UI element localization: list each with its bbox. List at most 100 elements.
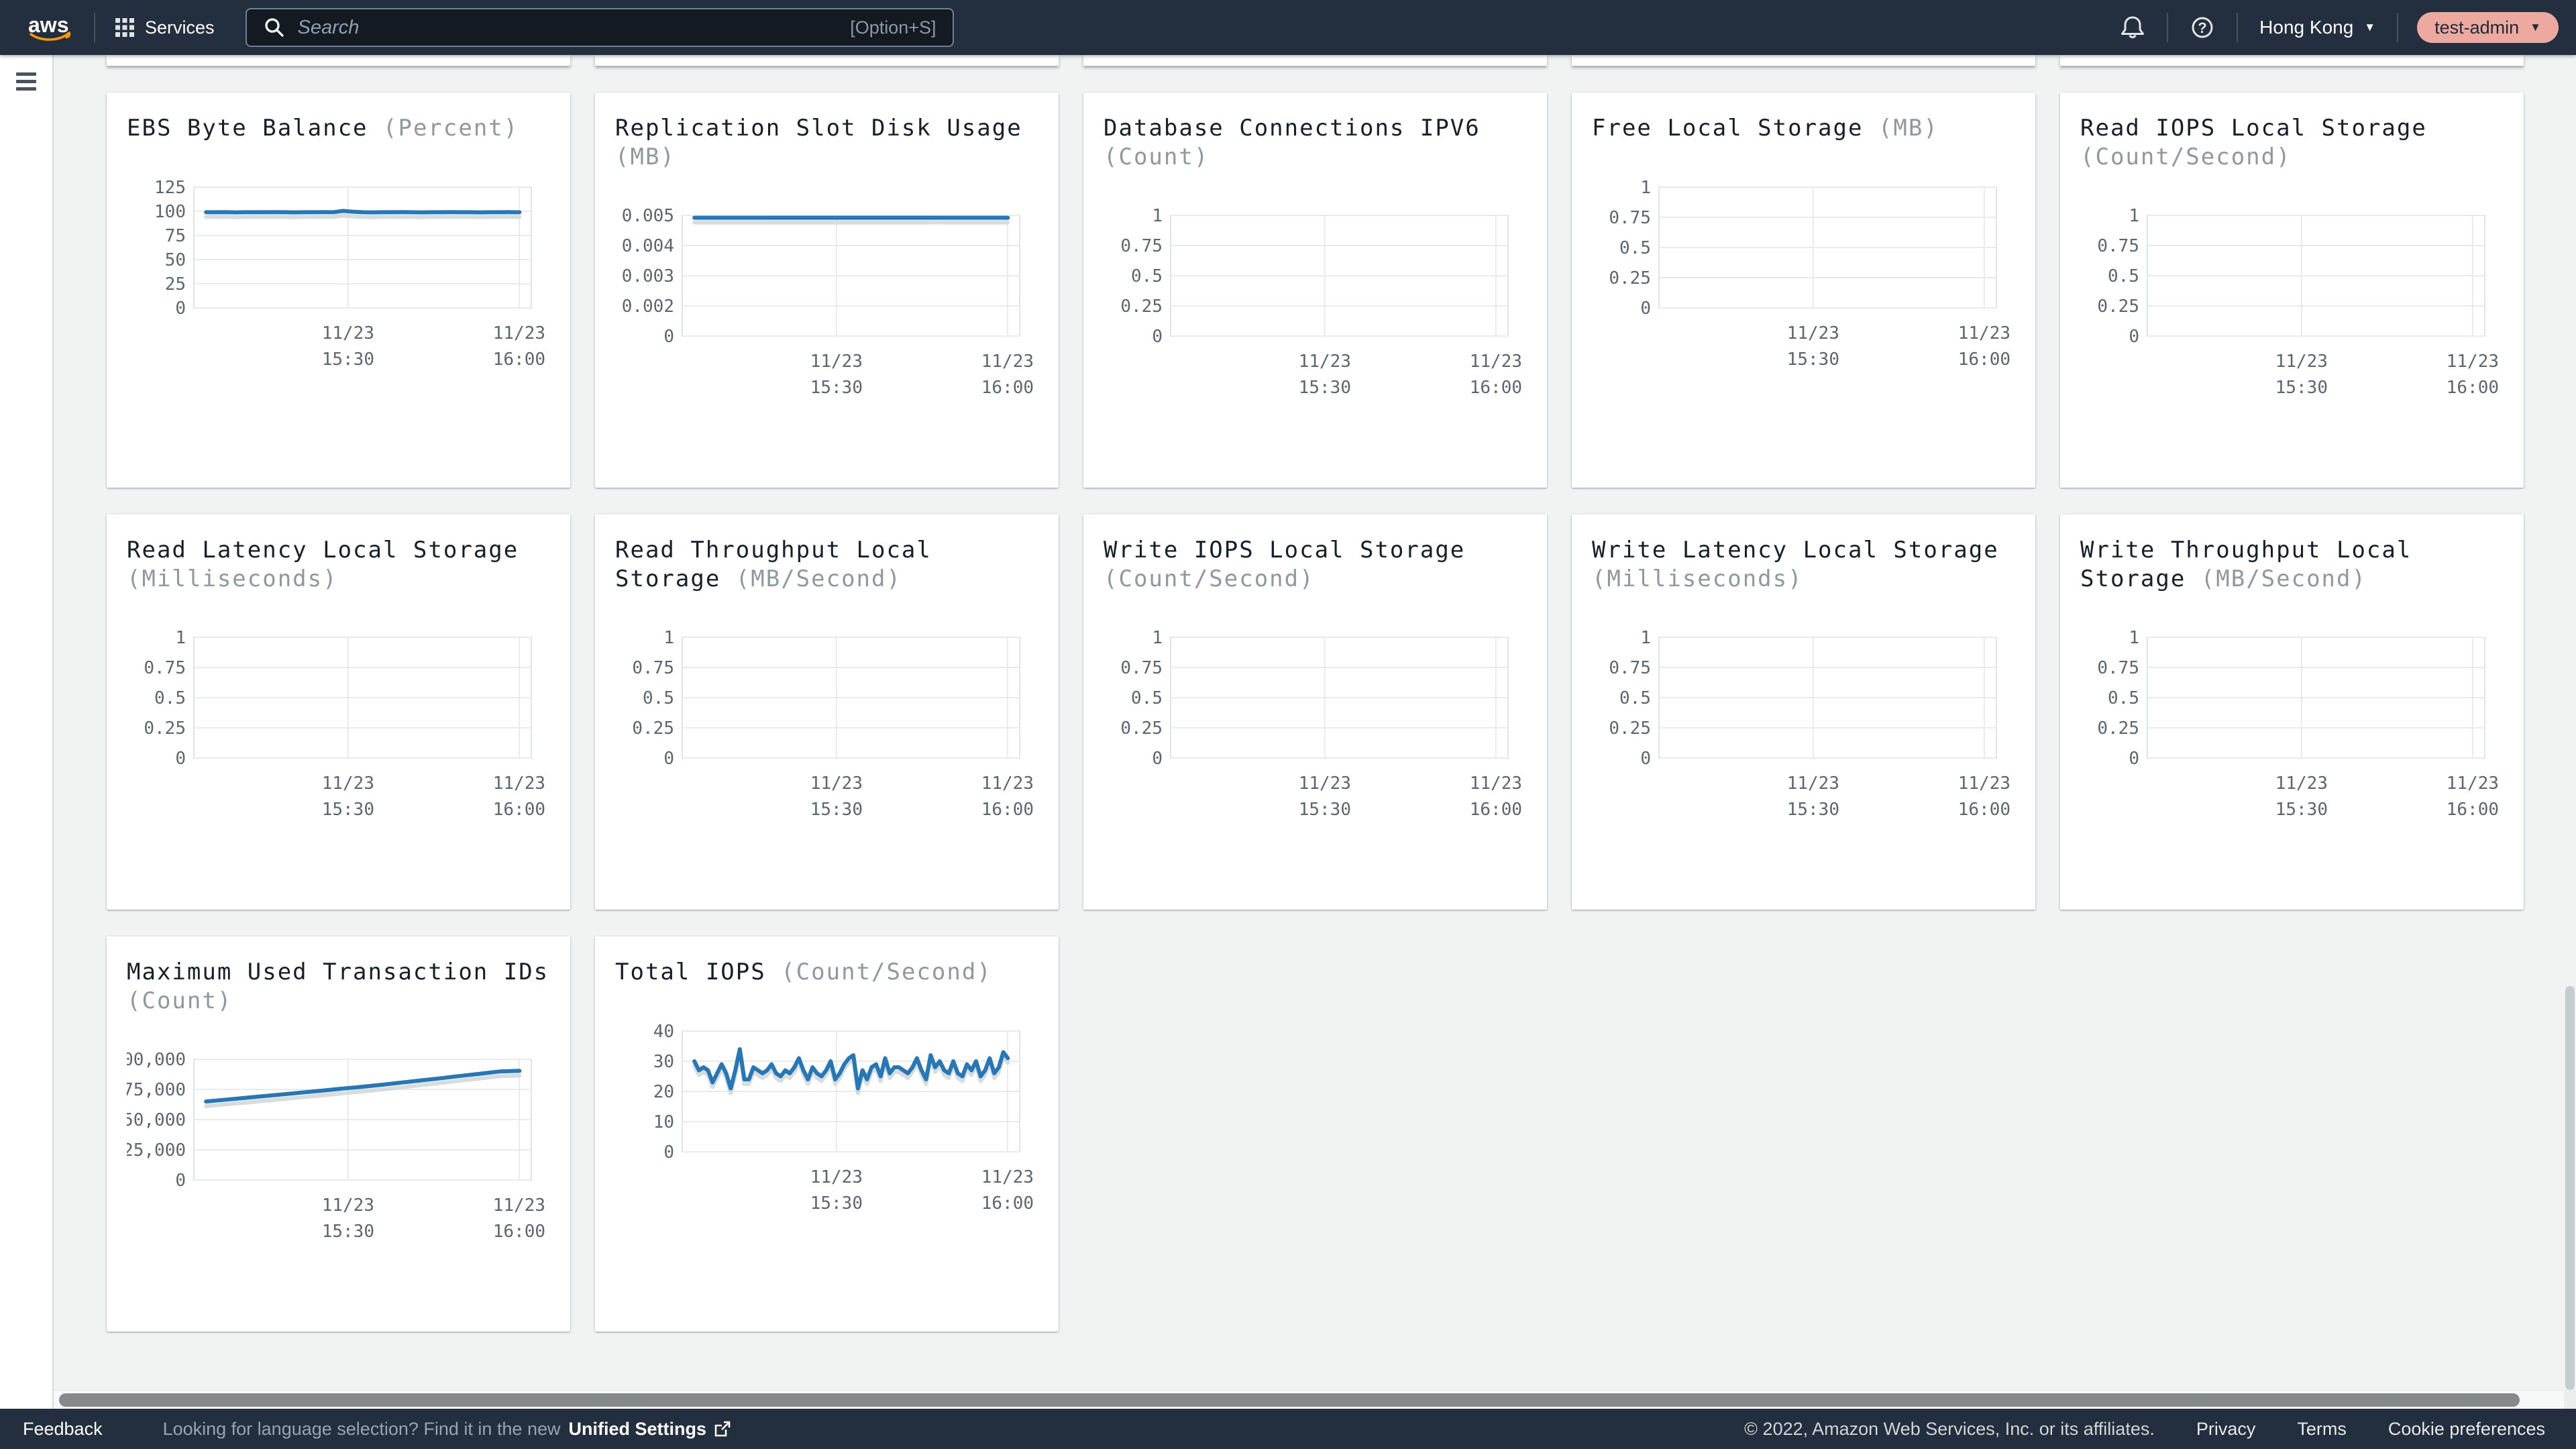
chart-area: 10.750.50.25011/2315:3011/2316:00 [2080,209,2504,403]
feedback-link[interactable]: Feedback [23,1419,103,1440]
metric-chart-card[interactable]: Free Local Storage (MB)10.750.50.25011/2… [1572,93,2035,488]
x-axis-tick-label: 15:30 [322,350,374,370]
metric-line-chart[interactable]: 10.750.50.25011/2315:3011/2316:00 [1104,631,1527,825]
chart-title: Write IOPS Local Storage (Count/Second) [1104,536,1527,593]
metric-chart-card[interactable]: Database Connections IPV6 (Count)10.750.… [1083,93,1547,488]
metric-line-chart[interactable]: 10.750.50.25011/2315:3011/2316:00 [1592,180,2015,375]
terms-link[interactable]: Terms [2297,1419,2347,1440]
region-label: Hong Kong [2259,17,2353,38]
chart-title: Write Throughput Local Storage (MB/Secon… [2080,536,2504,593]
account-menu-button[interactable]: test-admin ▼ [2417,12,2559,43]
footer-right-group: © 2022, Amazon Web Services, Inc. or its… [1744,1419,2576,1440]
chart-area: 100,00075,00050,00025,000011/2315:3011/2… [127,1053,550,1247]
chart-title: Write Latency Local Storage (Millisecond… [1592,536,2015,593]
x-axis-tick-label: 15:30 [2275,800,2328,820]
metric-line-chart[interactable]: 40302010011/2315:3011/2316:00 [615,1024,1038,1219]
metric-chart-card[interactable]: Total IOPS (Count/Second)40302010011/231… [595,936,1059,1332]
metric-line-chart[interactable]: 100,00075,00050,00025,000011/2315:3011/2… [127,1053,550,1247]
vertical-scrollbar-track[interactable] [2564,55,2576,1409]
y-axis-tick-label: 0.25 [632,718,674,739]
y-axis-tick-label: 0.5 [1619,238,1651,258]
x-axis-tick-label: 11/23 [981,352,1034,372]
y-axis-tick-label: 0.5 [643,688,674,708]
chart-area: 10.750.50.25011/2315:3011/2316:00 [615,631,1038,825]
y-axis-tick-label: 0.25 [1120,718,1163,739]
horizontal-scrollbar-track[interactable] [54,1390,2564,1409]
metric-line-chart[interactable]: 10.750.50.25011/2315:3011/2316:00 [2080,209,2504,403]
navbar-divider [2397,13,2398,42]
metric-line-chart[interactable]: 10.750.50.25011/2315:3011/2316:00 [127,631,550,825]
y-axis-tick-label: 0.75 [1120,658,1163,678]
help-button[interactable]: ? [2187,12,2218,43]
x-axis-tick-label: 11/23 [2447,773,2499,794]
privacy-link[interactable]: Privacy [2196,1419,2256,1440]
y-axis-tick-label: 50 [165,250,186,270]
bell-icon [2118,13,2147,42]
y-axis-tick-label: 0.75 [2097,236,2139,256]
y-axis-tick-label: 0 [2129,327,2139,347]
chart-area: 125100755025011/2315:3011/2316:00 [127,180,550,375]
vertical-scrollbar-thumb[interactable] [2565,986,2575,1390]
x-axis-tick-label: 16:00 [2447,378,2499,398]
metric-line-chart[interactable]: 10.750.50.25011/2315:3011/2316:00 [615,631,1038,825]
chart-area: 10.750.50.25011/2315:3011/2316:00 [1104,209,1527,403]
navbar-divider [94,13,95,42]
y-axis-tick-label: 75,000 [127,1080,186,1100]
y-axis-tick-label: 10 [653,1112,674,1132]
charts-grid: EBS Byte Balance (Percent)12510075502501… [54,93,2576,1332]
search-input[interactable]: Search [Option+S] [246,8,954,47]
services-grid-icon [114,17,136,38]
x-axis-tick-label: 11/23 [2447,352,2499,372]
metric-line-chart[interactable]: 125100755025011/2315:3011/2316:00 [127,180,550,375]
chart-title-text: Read Latency Local Storage [127,537,519,564]
chart-area: 10.750.50.25011/2315:3011/2316:00 [1104,631,1527,825]
x-axis-tick-label: 11/23 [1299,773,1351,794]
x-axis-tick-label: 16:00 [493,1222,545,1242]
region-selector[interactable]: Hong Kong ▼ [2257,17,2378,38]
chart-title-text: Maximum Used Transaction IDs [127,959,549,985]
metric-chart-card[interactable]: EBS Byte Balance (Percent)12510075502501… [107,93,570,488]
chart-unit-text: (MB/Second) [2201,566,2367,592]
y-axis-tick-label: 0 [1640,749,1651,769]
y-axis-tick-label: 0.75 [1609,658,1651,678]
metric-chart-card[interactable]: Read Latency Local Storage (Milliseconds… [107,515,570,910]
metric-chart-card[interactable]: Maximum Used Transaction IDs (Count) 100,… [107,936,570,1332]
y-axis-tick-label: 100,000 [127,1053,186,1070]
x-axis-tick-label: 11/23 [1958,773,2010,794]
horizontal-scrollbar-thumb[interactable] [59,1393,2520,1407]
metric-chart-card[interactable]: Replication Slot Disk Usage (MB)0.0050.0… [595,93,1059,488]
metric-line-chart[interactable]: 10.750.50.25011/2315:3011/2316:00 [1104,209,1527,403]
chart-unit-text: (Count) [127,987,232,1014]
notifications-button[interactable] [2117,12,2148,43]
chart-area: 0.0050.0040.0030.002011/2315:3011/2316:0… [615,209,1038,403]
metric-line-chart[interactable]: 0.0050.0040.0030.002011/2315:3011/2316:0… [615,209,1038,403]
x-axis-tick-label: 15:30 [810,378,863,398]
chart-unit-text: (Count) [1104,144,1209,170]
metric-chart-card[interactable]: Write IOPS Local Storage (Count/Second) 1… [1083,515,1547,910]
unified-settings-link[interactable]: Unified Settings [568,1419,732,1440]
aws-logo[interactable]: aws [27,12,75,43]
x-axis-tick-label: 15:30 [1299,800,1351,820]
y-axis-tick-label: 0.003 [622,266,674,286]
chart-unit-text: (MB) [1878,115,1939,142]
cookie-preferences-link[interactable]: Cookie preferences [2388,1419,2545,1440]
search-icon [263,16,286,39]
y-axis-tick-label: 1 [175,631,186,648]
metric-chart-card[interactable]: Read Throughput Local Storage (MB/Second… [595,515,1059,910]
metric-chart-card[interactable]: Read IOPS Local Storage (Count/Second)10… [2060,93,2524,488]
y-axis-tick-label: 1 [1640,180,1651,198]
chart-area: 10.750.50.25011/2315:3011/2316:00 [127,631,550,825]
metric-chart-card[interactable]: Write Throughput Local Storage (MB/Secon… [2060,515,2524,910]
y-axis-tick-label: 0.5 [2108,688,2139,708]
metric-line-chart[interactable]: 10.750.50.25011/2315:3011/2316:00 [2080,631,2504,825]
y-axis-tick-label: 0.25 [144,718,186,739]
metric-chart-card[interactable]: Write Latency Local Storage (Millisecond… [1572,515,2035,910]
metric-line-chart[interactable]: 10.750.50.25011/2315:3011/2316:00 [1592,631,2015,825]
metric-line [206,211,519,212]
menu-toggle-button[interactable] [16,72,36,91]
x-axis-tick-label: 11/23 [810,352,863,372]
x-axis-tick-label: 16:00 [1470,800,1522,820]
y-axis-tick-label: 0.25 [1120,297,1163,317]
services-button[interactable]: Services [114,17,215,38]
y-axis-tick-label: 1 [2129,631,2139,648]
